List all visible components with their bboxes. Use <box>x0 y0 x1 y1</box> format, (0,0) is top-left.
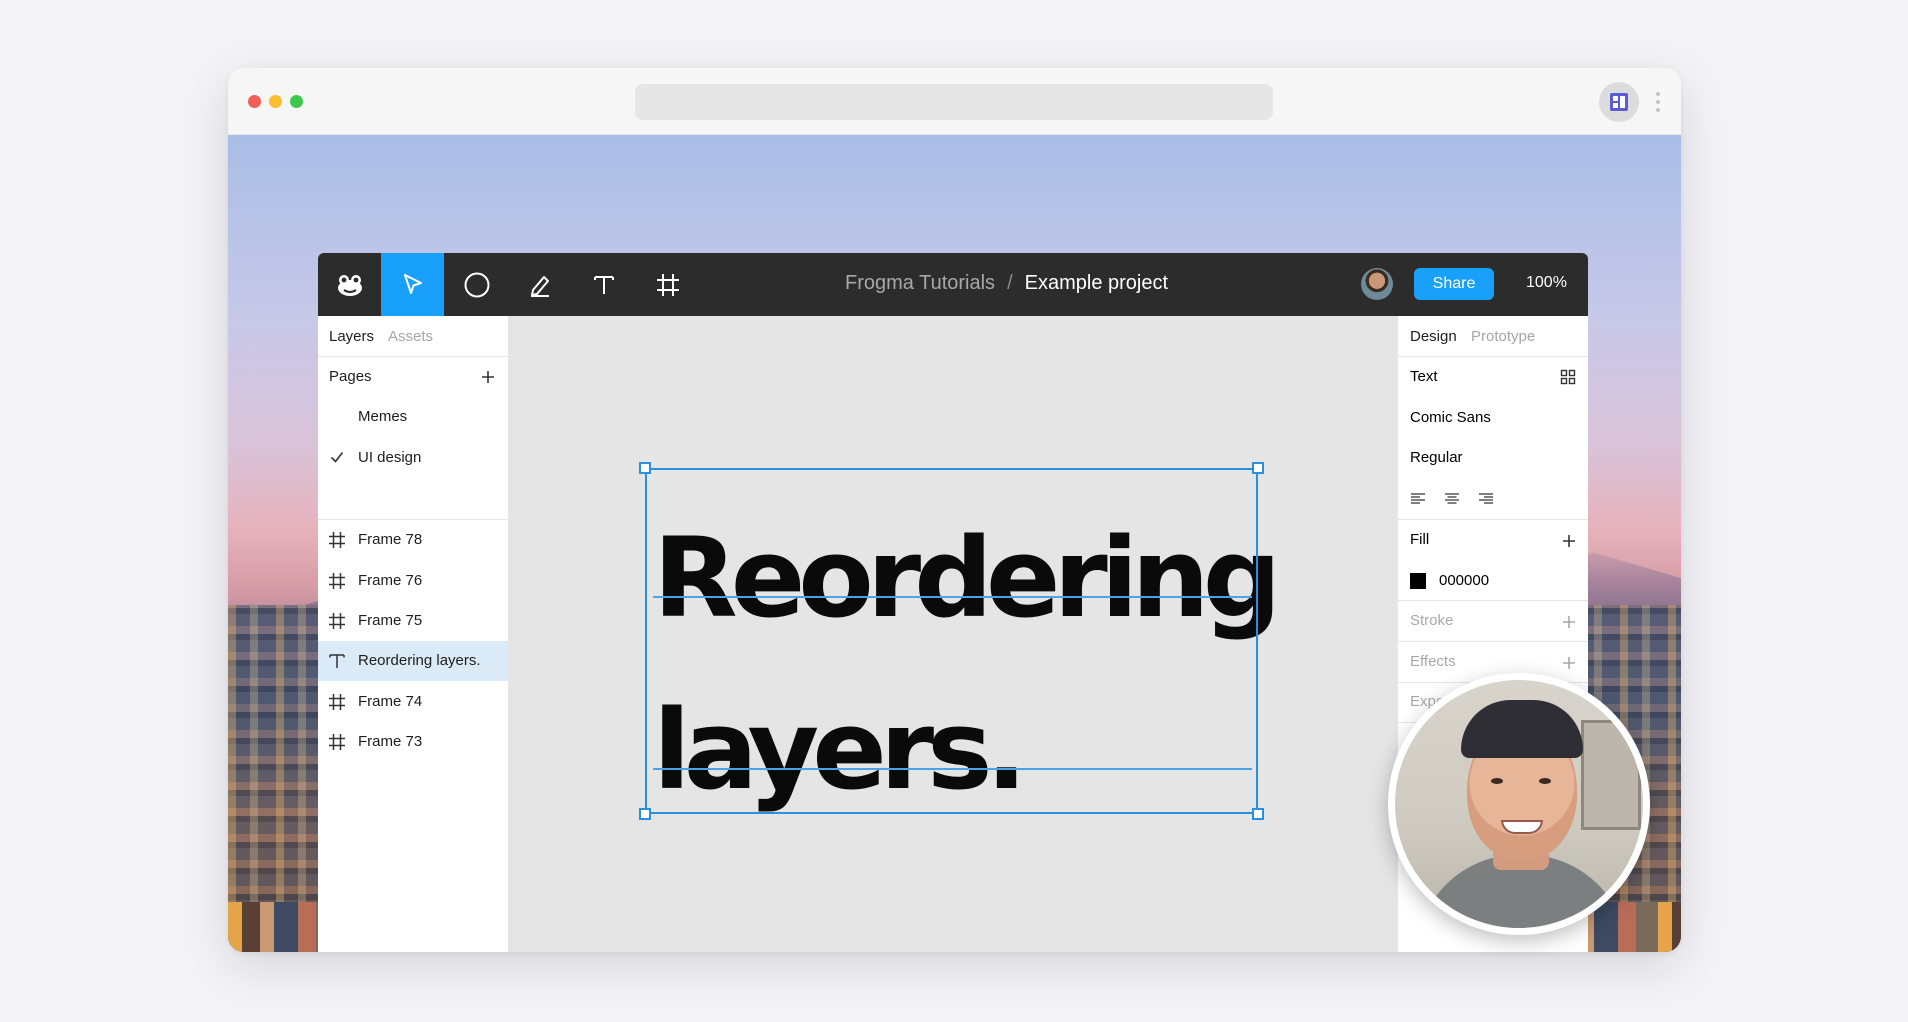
layer-label: Frame 75 <box>358 612 423 629</box>
cursor-arrow-icon <box>403 273 422 294</box>
effects-section-header: Effects <box>1410 653 1456 670</box>
maximize-window-button[interactable] <box>290 95 303 108</box>
layer-label: Frame 74 <box>358 693 423 710</box>
breadcrumb-project[interactable]: Frogma Tutorials <box>845 272 995 294</box>
ellipse-tool[interactable] <box>445 253 508 316</box>
resize-handle-top-right[interactable] <box>1252 462 1264 474</box>
frame-hash-icon <box>329 734 345 750</box>
layer-item-frame-74[interactable]: Frame 74 <box>318 682 508 722</box>
frog-logo-button[interactable] <box>318 253 381 316</box>
browser-titlebar <box>228 68 1681 135</box>
layer-label: Frame 78 <box>358 531 423 548</box>
frame-tool[interactable] <box>636 253 699 316</box>
stroke-section-header: Stroke <box>1410 612 1454 629</box>
text-tool[interactable] <box>572 253 635 316</box>
font-weight-select[interactable]: Regular <box>1410 449 1463 466</box>
pencil-icon <box>530 275 549 297</box>
panel-divider <box>1398 600 1588 601</box>
pages-header: Pages <box>318 357 508 397</box>
layer-item-frame-78[interactable]: Frame 78 <box>318 520 508 560</box>
resize-handle-bottom-left[interactable] <box>639 808 651 820</box>
left-panel-tabs: Layers Assets <box>318 316 508 357</box>
right-panel-tabs: Design Prototype <box>1398 316 1588 357</box>
align-right-icon[interactable] <box>1478 492 1494 506</box>
tab-layers[interactable]: Layers <box>329 328 374 345</box>
layer-item-frame-73[interactable]: Frame 73 <box>318 722 508 762</box>
add-effect-plus-icon[interactable] <box>1562 656 1576 670</box>
move-tool[interactable] <box>381 253 444 316</box>
frame-hash-icon <box>329 573 345 589</box>
align-center-icon[interactable] <box>1444 492 1460 506</box>
breadcrumb: Frogma Tutorials / Example project <box>845 272 1168 295</box>
font-family-select[interactable]: Comic Sans <box>1410 409 1491 426</box>
toolbar: Frogma Tutorials / Example project Share 1… <box>318 253 1588 316</box>
canvas[interactable]: Reordering layers. <box>508 316 1398 952</box>
breadcrumb-file[interactable]: Example project <box>1025 272 1168 294</box>
text-styles-grid-icon[interactable] <box>1560 369 1576 385</box>
page-item-label: UI design <box>358 449 422 466</box>
presenter-eye-left <box>1491 778 1503 784</box>
address-bar[interactable] <box>635 84 1273 120</box>
extension-button[interactable] <box>1599 82 1639 122</box>
align-left-icon[interactable] <box>1410 492 1426 506</box>
add-page-plus-icon[interactable] <box>481 370 495 384</box>
fill-color-swatch[interactable] <box>1410 573 1426 589</box>
tab-assets[interactable]: Assets <box>388 328 433 345</box>
breadcrumb-separator: / <box>1007 272 1013 294</box>
grid-icon <box>1610 93 1628 111</box>
page-item-ui-design[interactable]: UI design <box>318 438 508 478</box>
minimize-window-button[interactable] <box>269 95 282 108</box>
presenter-eye-right <box>1539 778 1551 784</box>
tab-design[interactable]: Design <box>1410 328 1457 345</box>
page-item-label: Memes <box>358 408 408 425</box>
add-fill-plus-icon[interactable] <box>1562 534 1576 548</box>
wall-frame <box>1581 720 1641 830</box>
frame-hash-icon <box>329 613 345 629</box>
checkmark-icon <box>330 452 344 463</box>
page-item-memes[interactable]: Memes <box>318 397 508 437</box>
frame-hash-icon <box>329 694 345 710</box>
add-stroke-plus-icon[interactable] <box>1562 615 1576 629</box>
user-avatar[interactable] <box>1361 268 1393 300</box>
selection-box <box>645 468 1258 814</box>
layers-panel: Layers Assets Pages Memes UI design Fram… <box>318 316 508 952</box>
layer-item-reordering-layers[interactable]: Reordering layers. <box>318 641 508 681</box>
text-section-header: Text <box>1410 368 1438 385</box>
layer-item-frame-75[interactable]: Frame 75 <box>318 601 508 641</box>
fill-section-header: Fill <box>1410 531 1430 548</box>
presenter-webcam <box>1388 673 1650 935</box>
pages-header-label: Pages <box>329 368 372 385</box>
share-button[interactable]: Share <box>1414 268 1494 300</box>
pen-tool[interactable] <box>508 253 571 316</box>
presenter-cap <box>1461 700 1583 758</box>
fill-color-value[interactable]: 000000 <box>1439 572 1489 589</box>
frame-hash-icon <box>656 273 679 296</box>
panel-divider <box>1398 641 1588 642</box>
page: Frogma Tutorials / Example project Share 1… <box>0 0 1908 1022</box>
layer-label: Reordering layers. <box>358 652 481 669</box>
tab-prototype[interactable]: Prototype <box>1471 328 1535 345</box>
text-t-icon <box>593 275 614 294</box>
resize-handle-bottom-right[interactable] <box>1252 808 1264 820</box>
layer-label: Frame 76 <box>358 572 423 589</box>
resize-handle-top-left[interactable] <box>639 462 651 474</box>
circle-icon <box>464 272 489 297</box>
frame-hash-icon <box>329 532 345 548</box>
layer-item-frame-76[interactable]: Frame 76 <box>318 561 508 601</box>
zoom-level[interactable]: 100% <box>1526 274 1567 292</box>
layer-label: Frame 73 <box>358 733 423 750</box>
kebab-menu-icon[interactable] <box>1655 92 1661 112</box>
close-window-button[interactable] <box>248 95 261 108</box>
frog-icon <box>337 274 362 296</box>
text-t-icon <box>329 654 345 668</box>
panel-divider <box>1398 519 1588 520</box>
